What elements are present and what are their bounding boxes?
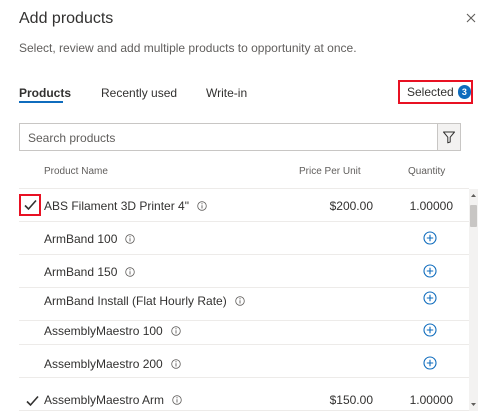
table-row[interactable]: ArmBand 150 [19,255,469,288]
table-row[interactable]: ABS Filament 3D Printer 4" $200.00 1.000… [19,189,469,222]
add-icon[interactable] [423,231,437,245]
filter-icon[interactable] [442,130,456,144]
product-name-text: AssemblyMaestro 200 [44,357,163,371]
search-input[interactable] [28,129,408,147]
table-row[interactable]: ArmBand 100 [19,222,469,255]
product-name: ArmBand Install (Flat Hourly Rate) [44,294,245,308]
product-name-text: AssemblyMaestro 100 [44,324,163,338]
checkmark-icon[interactable] [23,199,37,211]
info-icon[interactable] [171,359,181,369]
column-header-product-name[interactable]: Product Name [44,166,108,177]
scrollbar-thumb[interactable] [470,205,477,227]
add-icon[interactable] [423,291,437,305]
product-list: ABS Filament 3D Printer 4" $200.00 1.000… [19,189,469,411]
selected-count-badge: 3 [457,85,471,99]
add-icon[interactable] [423,323,437,337]
checkmark-icon[interactable] [26,395,39,407]
filter-button[interactable] [437,123,461,151]
table-row[interactable]: AssemblyMaestro 200 [19,345,469,378]
product-name-text: ArmBand 100 [44,232,118,246]
info-icon[interactable] [172,395,182,405]
tab-selected[interactable]: Selected 3 [398,80,473,104]
close-icon[interactable] [464,11,478,25]
scroll-down-icon[interactable] [470,401,477,408]
product-name-text: AssemblyMaestro Arm [44,393,165,407]
tab-products-underline [19,101,63,103]
product-price: $150.00 [329,393,373,407]
info-icon[interactable] [171,326,181,336]
product-name: AssemblyMaestro Arm [44,393,182,407]
checkmark-highlight-box[interactable] [19,194,41,216]
product-price: $200.00 [329,199,373,213]
product-name: AssemblyMaestro 200 [44,357,181,371]
tab-recently-used[interactable]: Recently used [101,86,177,100]
close-button[interactable] [464,11,478,25]
checkmark[interactable] [26,394,39,407]
product-quantity[interactable]: 1.00000 [410,199,453,213]
info-icon[interactable] [197,201,207,211]
product-name: ArmBand 100 [44,232,136,246]
add-icon[interactable] [423,264,437,278]
table-row[interactable]: AssemblyMaestro 100 [19,312,469,345]
scroll-up-icon[interactable] [470,192,477,199]
column-header-price[interactable]: Price Per Unit [299,166,361,177]
product-name: ABS Filament 3D Printer 4" [44,199,207,213]
product-name-text: ArmBand Install (Flat Hourly Rate) [44,294,227,308]
tab-products[interactable]: Products [19,86,71,100]
info-icon[interactable] [125,234,136,244]
info-icon[interactable] [235,296,245,306]
tab-write-in[interactable]: Write-in [206,86,247,100]
product-name-text: ArmBand 150 [44,265,118,279]
add-icon[interactable] [423,356,437,370]
product-name: ArmBand 150 [44,265,136,279]
info-icon[interactable] [125,267,136,277]
search-box [19,123,459,151]
column-header-quantity[interactable]: Quantity [408,166,445,177]
product-quantity[interactable]: 1.00000 [410,393,453,407]
dialog-title: Add products [19,10,114,27]
product-name: AssemblyMaestro 100 [44,324,181,338]
dialog-subtitle: Select, review and add multiple products… [19,41,357,55]
table-row[interactable]: AssemblyMaestro Arm $150.00 1.00000 [19,378,469,411]
product-name-text: ABS Filament 3D Printer 4" [44,199,189,213]
tab-selected-label: Selected [407,85,454,99]
